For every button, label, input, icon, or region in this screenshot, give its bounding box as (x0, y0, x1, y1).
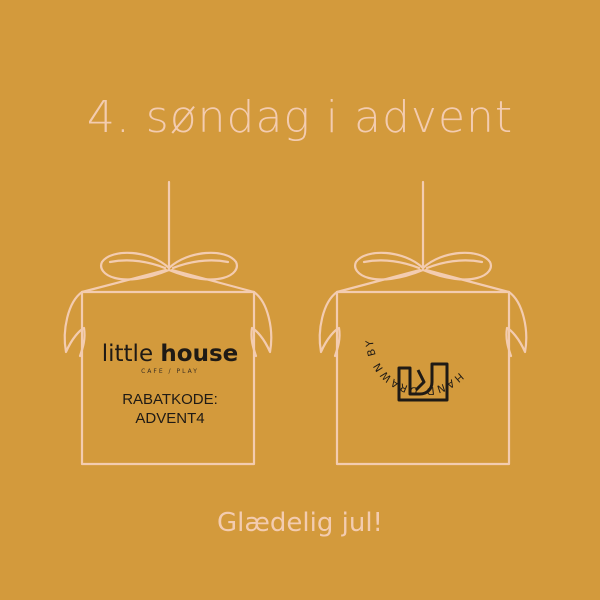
little-house-logo: little house (100, 341, 240, 367)
footer-greeting: Glædelig jul! (217, 508, 383, 538)
left-gift-box (80, 290, 256, 466)
right-gift (318, 180, 528, 466)
right-bow-icon (318, 251, 528, 358)
discount-code-value[interactable]: ADVENT4 (95, 410, 245, 427)
svg-text:HAND DRAWN BY · ORIGINAL LINES: HAND DRAWN BY · ORIGINAL LINES · (0, 0, 466, 397)
discount-code-label: RABATKODE: (122, 391, 218, 408)
logo-bold-text: house (160, 341, 239, 367)
logo-tagline: CAFE / PLAY (141, 368, 199, 375)
logo-light-text: little (101, 341, 161, 367)
original-lines-logo: HAND DRAWN BY · ORIGINAL LINES · (0, 0, 466, 402)
badge-circular-text: HAND DRAWN BY · ORIGINAL LINES · (0, 0, 463, 397)
